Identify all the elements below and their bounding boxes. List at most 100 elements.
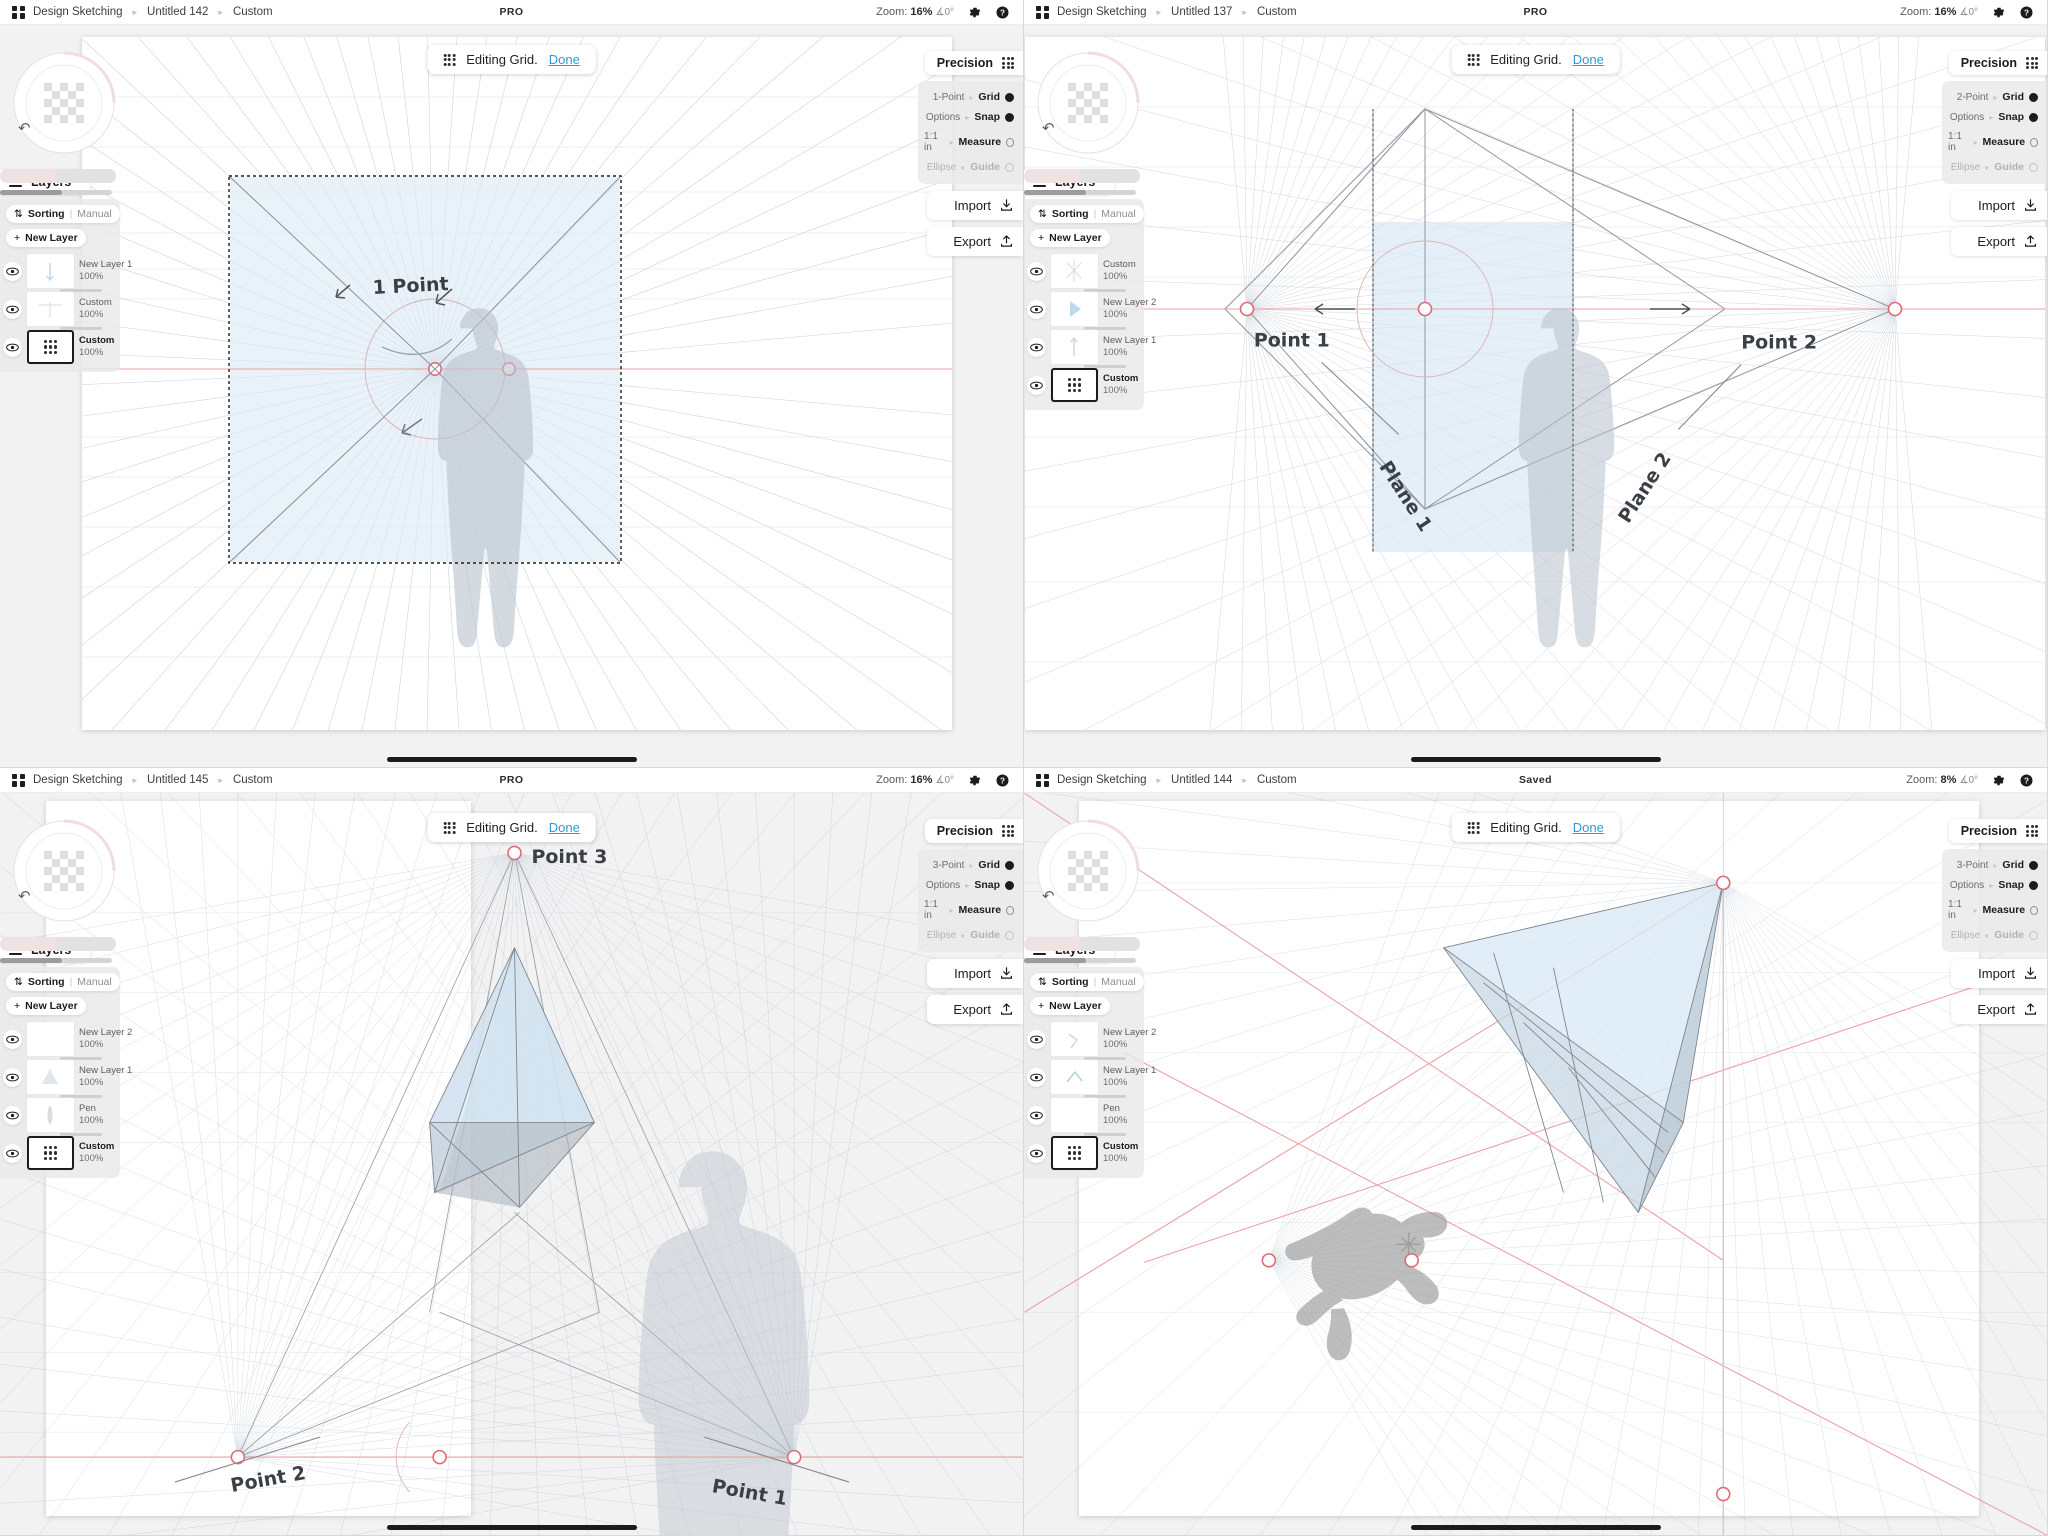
precision-title-bar[interactable]: Precision (924, 51, 1023, 75)
editing-grid-pill[interactable]: Editing Grid. Done (427, 813, 596, 842)
precision-row-grid[interactable]: 3-Point ▸ Grid (918, 855, 1023, 875)
color-wheel[interactable]: ↶ (1032, 819, 1144, 931)
precision-row-measure[interactable]: 1:1 in ▸ Measure (918, 895, 1023, 925)
eye-icon[interactable] (1027, 337, 1046, 357)
brush-size-slider[interactable] (1024, 190, 1136, 195)
eye-icon[interactable] (3, 1143, 22, 1163)
breadcrumb-preset[interactable]: Custom (1257, 6, 1297, 18)
canvas-sheet[interactable] (1025, 37, 2045, 730)
precision-row-measure[interactable]: 1:1 in ▸ Measure (1942, 895, 2047, 925)
layer-row[interactable]: New Layer 2 100% (1024, 1020, 1156, 1060)
layer-thumbnail[interactable] (27, 1098, 74, 1132)
sorting-chip[interactable]: ⇅ Sorting | Manual (6, 973, 120, 991)
precision-row-grid[interactable]: 1-Point ▸ Grid (918, 87, 1023, 107)
gear-icon[interactable] (967, 773, 982, 788)
layer-row[interactable]: New Layer 1 100% (0, 1058, 132, 1098)
guide-radio[interactable] (1005, 162, 1014, 172)
layer-thumbnail[interactable] (27, 1022, 74, 1056)
measure-radio[interactable] (2030, 137, 2038, 147)
layer-row[interactable]: Custom 100% (0, 290, 120, 330)
layer-thumbnail[interactable] (27, 1136, 74, 1170)
breadcrumb-app[interactable]: Design Sketching (33, 6, 123, 18)
color-swatch-bar[interactable] (0, 169, 116, 183)
brush-size-slider[interactable] (0, 958, 112, 963)
gear-icon[interactable] (1991, 773, 2006, 788)
editing-grid-done-link[interactable]: Done (1573, 52, 1604, 67)
color-swatch-bar[interactable] (1024, 169, 1140, 183)
layer-row[interactable]: Custom 100% (1024, 252, 1144, 292)
app-grid-icon[interactable] (12, 5, 25, 19)
layer-row[interactable]: Custom 100% (0, 328, 120, 366)
grid-radio[interactable] (2029, 860, 2038, 870)
eye-icon[interactable] (1027, 1029, 1046, 1049)
grid-radio[interactable] (1005, 92, 1014, 102)
snap-radio[interactable] (2029, 880, 2038, 890)
guide-radio[interactable] (1005, 930, 1014, 940)
layer-row[interactable]: New Layer 1 100% (0, 252, 132, 292)
eye-icon[interactable] (3, 261, 22, 281)
precision-row-measure[interactable]: 1:1 in ▸ Measure (1942, 127, 2047, 157)
layer-thumbnail[interactable] (1051, 254, 1098, 288)
import-button[interactable]: Import (1951, 191, 2047, 220)
editing-grid-pill[interactable]: Editing Grid. Done (1451, 813, 1620, 842)
zoom-indicator[interactable]: Zoom: 16% ∡0° (1900, 6, 1978, 18)
breadcrumb-app[interactable]: Design Sketching (1057, 6, 1147, 18)
color-wheel[interactable]: · · · · ↶ (8, 51, 120, 163)
zoom-indicator[interactable]: Zoom: 16% ∡0° (876, 774, 954, 786)
precision-title-bar[interactable]: Precision (1948, 51, 2047, 75)
layer-row[interactable]: New Layer 2 100% (0, 1020, 132, 1060)
eye-icon[interactable] (3, 1029, 22, 1049)
import-button[interactable]: Import (1951, 959, 2047, 988)
eye-icon[interactable] (1027, 375, 1046, 395)
eye-icon[interactable] (3, 1105, 22, 1125)
layer-thumbnail[interactable] (1051, 1060, 1098, 1094)
layer-thumbnail[interactable] (27, 330, 74, 364)
editing-grid-pill[interactable]: Editing Grid. Done (427, 45, 596, 74)
layer-row[interactable]: Pen 100% (1024, 1096, 1144, 1136)
eye-icon[interactable] (1027, 299, 1046, 319)
sorting-chip[interactable]: ⇅ Sorting | Manual (1030, 205, 1144, 223)
breadcrumb-document[interactable]: Untitled 145 (147, 774, 208, 786)
drag-dots-icon[interactable] (2026, 57, 2038, 69)
layer-thumbnail[interactable] (1051, 1098, 1098, 1132)
layer-thumbnail[interactable] (1051, 368, 1098, 402)
undo-icon[interactable]: ↶ (18, 887, 31, 905)
breadcrumb-app[interactable]: Design Sketching (1057, 774, 1147, 786)
color-swatch-bar[interactable] (1024, 937, 1140, 951)
guide-radio[interactable] (2029, 162, 2038, 172)
layer-thumbnail[interactable] (1051, 1136, 1098, 1170)
breadcrumb-document[interactable]: Untitled 142 (147, 6, 208, 18)
gear-icon[interactable] (1991, 5, 2006, 20)
gear-icon[interactable] (967, 5, 982, 20)
drag-dots-icon[interactable] (1002, 57, 1014, 69)
layer-row[interactable]: Custom 100% (1024, 1134, 1144, 1172)
breadcrumb-document[interactable]: Untitled 144 (1171, 774, 1232, 786)
precision-row-guide[interactable]: Ellipse ▸ Guide (1942, 925, 2047, 945)
eye-icon[interactable] (3, 337, 22, 357)
app-grid-icon[interactable] (1036, 773, 1049, 787)
canvas-area[interactable]: 1 Point Editing Grid. Done Precision 1-P… (0, 25, 1023, 767)
export-button[interactable]: Export (1951, 227, 2047, 256)
canvas-area[interactable]: Point 3 Point 2 Point 1 Editing Grid. Do… (0, 793, 1023, 1535)
layer-row[interactable]: New Layer 2 100% (1024, 290, 1156, 330)
eye-icon[interactable] (3, 299, 22, 319)
snap-radio[interactable] (2029, 112, 2038, 122)
precision-title-bar[interactable]: Precision (924, 819, 1023, 843)
help-icon[interactable]: ? (995, 5, 1010, 20)
color-wheel[interactable]: ↶ (1032, 51, 1144, 163)
breadcrumb-preset[interactable]: Custom (233, 6, 273, 18)
drag-dots-icon[interactable] (2026, 825, 2038, 837)
layer-row[interactable]: Custom 100% (0, 1134, 120, 1172)
color-wheel[interactable]: ↶ (8, 819, 120, 931)
undo-icon[interactable]: ↶ (1042, 887, 1055, 905)
layer-row[interactable]: New Layer 1 100% (1024, 1058, 1156, 1098)
layer-thumbnail[interactable] (1051, 292, 1098, 326)
brush-size-slider[interactable] (0, 190, 112, 195)
export-button[interactable]: Export (927, 227, 1023, 256)
layer-row[interactable]: Pen 100% (0, 1096, 120, 1136)
precision-row-guide[interactable]: Ellipse ▸ Guide (918, 925, 1023, 945)
measure-radio[interactable] (1006, 137, 1014, 147)
layer-thumbnail[interactable] (27, 1060, 74, 1094)
color-swatch-bar[interactable] (0, 937, 116, 951)
eye-icon[interactable] (1027, 261, 1046, 281)
